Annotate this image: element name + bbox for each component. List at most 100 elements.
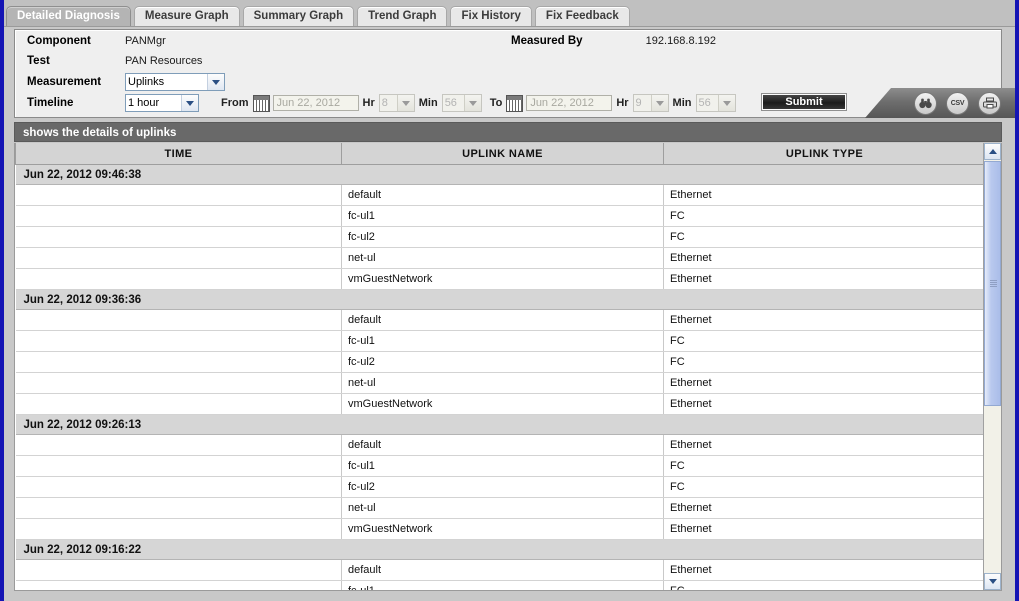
table-row: default Ethernet <box>15 559 983 581</box>
cell-uplink-type: Ethernet <box>663 372 983 394</box>
tab-list: Detailed Diagnosis Measure Graph Summary G… <box>4 0 1015 26</box>
table-row: vmGuestNetwork Ethernet <box>15 393 983 415</box>
cell-uplink-name: fc-ul1 <box>341 580 664 590</box>
cell-uplink-name: fc-ul1 <box>341 205 664 227</box>
group-timestamp: Jun 22, 2012 09:46:38 <box>15 164 983 185</box>
csv-label: CSV <box>950 99 965 107</box>
action-toolbar: CSV <box>865 88 1015 118</box>
to-date-input[interactable] <box>526 95 613 111</box>
vertical-scrollbar[interactable] <box>983 143 1001 590</box>
cell-time <box>15 455 342 477</box>
measurement-select[interactable]: Uplinks <box>125 73 225 91</box>
details-table-wrap: TIME UPLINK NAME UPLINK TYPE Jun 22, 201… <box>14 143 1002 591</box>
cell-uplink-name: fc-ul2 <box>341 226 664 248</box>
column-header-time[interactable]: TIME <box>15 143 342 165</box>
table-row: vmGuestNetwork Ethernet <box>15 268 983 290</box>
cell-uplink-type: FC <box>663 351 983 373</box>
to-min-label: Min <box>672 97 692 109</box>
timeline-select[interactable]: 1 hour <box>125 94 199 112</box>
cell-time <box>15 268 342 290</box>
cell-uplink-type: Ethernet <box>663 393 983 415</box>
tab-detailed-diagnosis[interactable]: Detailed Diagnosis <box>6 6 131 26</box>
group-timestamp: Jun 22, 2012 09:36:36 <box>15 289 983 310</box>
printer-icon[interactable] <box>978 91 1001 115</box>
table-row: default Ethernet <box>15 309 983 331</box>
table-header: TIME UPLINK NAME UPLINK TYPE <box>15 143 983 165</box>
from-hr-select[interactable]: 8 <box>378 94 415 112</box>
table-row: fc-ul2 FC <box>15 476 983 498</box>
tab-summary-graph[interactable]: Summary Graph <box>242 6 355 26</box>
cell-uplink-type: FC <box>663 455 983 477</box>
scrollbar-grip <box>990 279 997 288</box>
csv-icon[interactable]: CSV <box>946 91 969 115</box>
to-min-select[interactable]: 56 <box>695 94 736 112</box>
cell-uplink-type: FC <box>663 330 983 352</box>
measurement-label: Measurement <box>27 76 102 88</box>
calendar-icon[interactable] <box>252 94 270 112</box>
tab-strip: Detailed Diagnosis Measure Graph Summary G… <box>4 0 1015 27</box>
to-hr-select-wrap: 9 <box>632 94 669 112</box>
table-group-row: Jun 22, 2012 09:26:13 <box>15 414 983 435</box>
chevron-up-icon <box>988 149 997 154</box>
cell-uplink-name: default <box>341 184 664 206</box>
to-min-select-wrap: 56 <box>695 94 736 112</box>
from-hr-select-wrap: 8 <box>378 94 415 112</box>
measured-by-row: Measured By 192.168.8.192 <box>511 35 716 47</box>
binoculars-icon[interactable] <box>914 91 937 115</box>
section-title: shows the details of uplinks <box>14 122 1002 142</box>
details-table-scroll: TIME UPLINK NAME UPLINK TYPE Jun 22, 201… <box>15 143 983 590</box>
from-min-label: Min <box>418 97 438 109</box>
tab-trend-graph[interactable]: Trend Graph <box>357 6 448 26</box>
cell-uplink-name: vmGuestNetwork <box>341 518 664 540</box>
cell-time <box>15 226 342 248</box>
from-min-select[interactable]: 56 <box>441 94 482 112</box>
table-row: net-ul Ethernet <box>15 372 983 394</box>
cell-time <box>15 580 342 590</box>
timeline-select-wrap: 1 hour <box>125 94 199 112</box>
from-date-input[interactable] <box>272 95 359 111</box>
column-header-uplink-name[interactable]: UPLINK NAME <box>341 143 664 165</box>
scroll-down-button[interactable] <box>984 573 1001 590</box>
column-header-uplink-type[interactable]: UPLINK TYPE <box>663 143 983 165</box>
to-hr-label: Hr <box>616 97 629 109</box>
test-row: Test PAN Resources <box>27 55 202 67</box>
from-hr-label: Hr <box>362 97 375 109</box>
measurement-row: Measurement Uplinks <box>27 73 225 91</box>
cell-uplink-type: Ethernet <box>663 518 983 540</box>
to-label: To <box>489 97 503 109</box>
measured-by-value: 192.168.8.192 <box>645 35 717 47</box>
cell-uplink-type: Ethernet <box>663 497 983 519</box>
measurement-select-wrap: Uplinks <box>125 73 225 91</box>
cell-time <box>15 518 342 540</box>
cell-time <box>15 351 342 373</box>
cell-uplink-name: default <box>341 434 664 456</box>
table-row: fc-ul2 FC <box>15 226 983 248</box>
group-timestamp: Jun 22, 2012 09:16:22 <box>15 539 983 560</box>
cell-time <box>15 559 342 581</box>
tab-fix-feedback[interactable]: Fix Feedback <box>534 6 630 26</box>
cell-time <box>15 247 342 269</box>
cell-time <box>15 372 342 394</box>
table-row: default Ethernet <box>15 434 983 456</box>
table-body: Jun 22, 2012 09:46:38 default Ethernet fc-u… <box>15 164 983 590</box>
cell-time <box>15 393 342 415</box>
cell-uplink-name: net-ul <box>341 372 664 394</box>
cell-uplink-name: net-ul <box>341 247 664 269</box>
cell-uplink-name: default <box>341 309 664 331</box>
cell-uplink-name: fc-ul2 <box>341 351 664 373</box>
cell-time <box>15 497 342 519</box>
table-group-row: Jun 22, 2012 09:46:38 <box>15 164 983 185</box>
from-min-select-wrap: 56 <box>441 94 482 112</box>
to-hr-select[interactable]: 9 <box>632 94 669 112</box>
chevron-down-icon <box>988 579 997 584</box>
cell-time <box>15 330 342 352</box>
calendar-icon[interactable] <box>506 94 524 112</box>
table-group-row: Jun 22, 2012 09:16:22 <box>15 539 983 560</box>
tab-measure-graph[interactable]: Measure Graph <box>133 6 240 26</box>
scrollbar-thumb[interactable] <box>984 161 1001 406</box>
measured-by-label: Measured By <box>511 35 583 47</box>
tab-fix-history[interactable]: Fix History <box>450 6 532 26</box>
submit-button[interactable]: Submit <box>761 93 847 111</box>
scroll-up-button[interactable] <box>984 143 1001 160</box>
timeline-label: Timeline <box>27 97 74 109</box>
